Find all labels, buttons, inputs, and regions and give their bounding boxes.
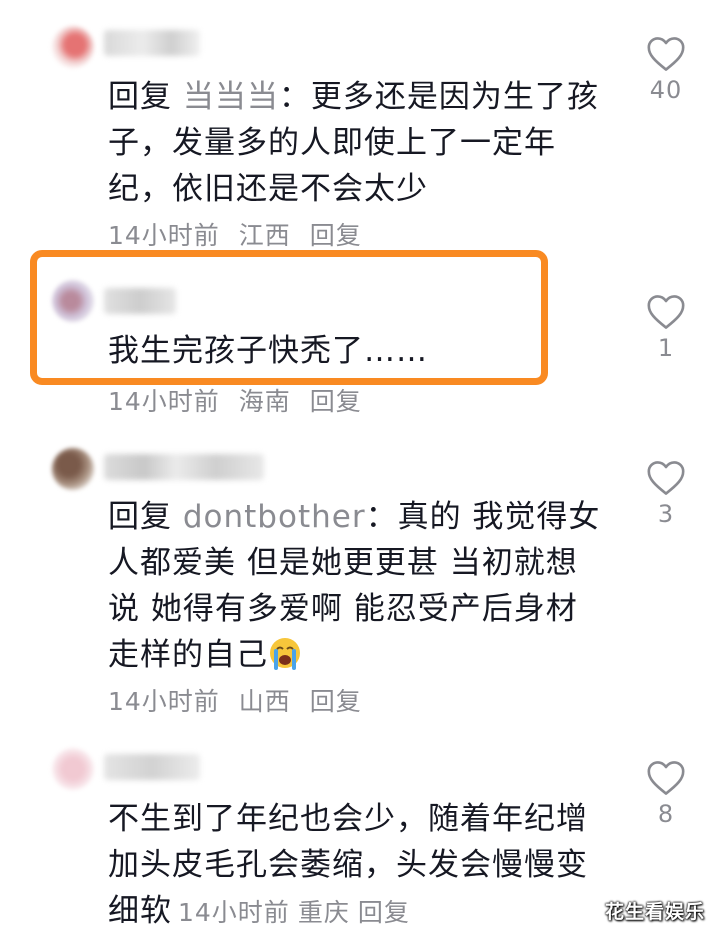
like-button[interactable]: 8 bbox=[640, 760, 692, 828]
separator: ： bbox=[365, 499, 398, 535]
like-count: 3 bbox=[657, 500, 675, 528]
username-blurred[interactable] bbox=[104, 754, 200, 780]
username-blurred[interactable] bbox=[104, 30, 200, 56]
heart-outline-icon bbox=[647, 37, 685, 71]
mention-username[interactable]: 当当当 bbox=[183, 79, 279, 115]
location: 海南 bbox=[238, 387, 291, 416]
username-blurred[interactable] bbox=[104, 454, 264, 480]
comment-text: 不生到了年纪也会少，随着年纪增加头皮毛孔会萎缩，头发会慢慢变细软 14小时前 重庆回… bbox=[108, 796, 604, 936]
heart-outline-icon bbox=[647, 295, 685, 329]
reply-button[interactable]: 回复 bbox=[310, 221, 362, 250]
comment-body: 更多还是因为生了孩子，发量多的人即使上了一定年纪，依旧还是不会太少 bbox=[108, 79, 599, 207]
comment-meta: 14小时前 江西 回复 bbox=[108, 216, 372, 252]
comment-text: 回复 当当当：更多还是因为生了孩子，发量多的人即使上了一定年纪，依旧还是不会太少 bbox=[108, 74, 604, 212]
location: 重庆 bbox=[297, 898, 350, 927]
mention-username[interactable]: dontbother bbox=[183, 499, 366, 535]
timestamp: 14小时前 bbox=[108, 387, 220, 416]
highlight-frame bbox=[30, 250, 548, 385]
reply-prefix: 回复 bbox=[108, 499, 172, 535]
like-button[interactable]: 3 bbox=[640, 460, 692, 528]
comment-meta: 14小时前 重庆 回复 bbox=[178, 898, 418, 927]
like-button[interactable]: 1 bbox=[640, 294, 692, 362]
like-button[interactable]: 40 bbox=[640, 36, 692, 104]
comment-meta: 14小时前 山西 回复 bbox=[108, 682, 372, 718]
reply-button[interactable]: 回复 bbox=[310, 387, 362, 416]
heart-outline-icon bbox=[647, 761, 685, 795]
comment-list: 回复 当当当：更多还是因为生了孩子，发量多的人即使上了一定年纪，依旧还是不会太少… bbox=[0, 0, 719, 936]
comment-meta: 14小时前 海南 回复 bbox=[108, 382, 372, 418]
avatar[interactable] bbox=[52, 448, 94, 490]
location: 江西 bbox=[238, 221, 291, 250]
crying-face-emoji bbox=[268, 636, 302, 670]
avatar[interactable] bbox=[52, 748, 94, 790]
heart-outline-icon bbox=[647, 461, 685, 495]
timestamp: 14小时前 bbox=[108, 687, 220, 716]
timestamp: 14小时前 bbox=[178, 898, 290, 927]
avatar[interactable] bbox=[52, 26, 94, 68]
timestamp: 14小时前 bbox=[108, 221, 220, 250]
like-count: 8 bbox=[657, 800, 675, 828]
separator: ： bbox=[278, 79, 311, 115]
watermark: 花生看娱乐 bbox=[604, 901, 705, 923]
reply-prefix: 回复 bbox=[108, 79, 172, 115]
comment-text: 回复 dontbother：真的 我觉得女人都爱美 但是她更更甚 当初就想说 她… bbox=[108, 494, 604, 678]
like-count: 1 bbox=[657, 334, 675, 362]
location: 山西 bbox=[238, 687, 291, 716]
reply-button[interactable]: 回复 bbox=[358, 898, 410, 927]
reply-button[interactable]: 回复 bbox=[310, 687, 362, 716]
like-count: 40 bbox=[649, 76, 683, 104]
